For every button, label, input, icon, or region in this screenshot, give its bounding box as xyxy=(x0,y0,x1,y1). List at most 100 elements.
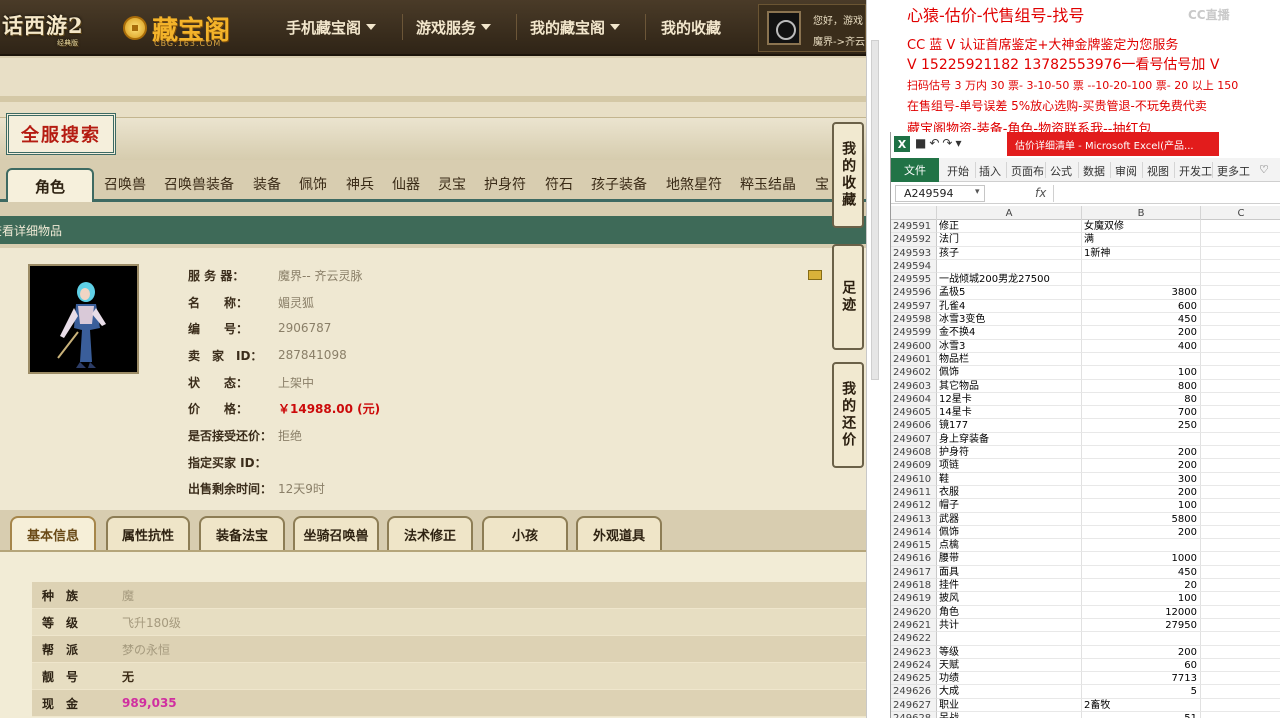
cell-c[interactable] xyxy=(1201,313,1280,327)
footprints-button[interactable]: 足迹 xyxy=(832,244,864,350)
cell-a[interactable]: 点檎 xyxy=(937,539,1082,553)
cell-b[interactable]: 5 xyxy=(1082,685,1201,699)
game-logo[interactable]: 话西游2 经典版 xyxy=(2,10,97,47)
cell-b[interactable]: 60 xyxy=(1082,658,1201,673)
cell-b[interactable]: 80 xyxy=(1082,392,1201,407)
cell-b[interactable] xyxy=(1082,432,1201,447)
cell-b[interactable]: 5800 xyxy=(1082,512,1201,526)
cell-b[interactable] xyxy=(1082,632,1201,646)
cell-c[interactable] xyxy=(1201,406,1280,420)
ribbon-tab-home[interactable]: 开始 xyxy=(947,163,969,179)
cell-a[interactable]: 一战倾城200男龙27500 xyxy=(937,273,1082,287)
cell-c[interactable] xyxy=(1201,699,1280,712)
full-search-title[interactable]: 全服搜索 xyxy=(6,113,116,155)
tab-rune-stone[interactable]: 符石 xyxy=(545,174,573,194)
ribbon-tab-formulas[interactable]: 公式 xyxy=(1050,163,1072,179)
favorite-star-icon[interactable] xyxy=(808,270,822,280)
cell-b[interactable] xyxy=(1082,259,1201,274)
excel-logo-icon[interactable]: X xyxy=(894,136,910,152)
cell-b[interactable]: 200 xyxy=(1082,485,1201,500)
cell-a[interactable]: 大成 xyxy=(937,685,1082,699)
cell-b[interactable]: 200 xyxy=(1082,459,1201,473)
row-number[interactable]: 249628 xyxy=(891,711,937,718)
cell-c[interactable] xyxy=(1201,592,1280,606)
row-number[interactable]: 249624 xyxy=(891,658,937,673)
ribbon-file-tab[interactable]: 文件 xyxy=(891,158,939,182)
save-icon[interactable]: ■ xyxy=(915,136,929,150)
cell-c[interactable] xyxy=(1201,260,1280,274)
row-number[interactable]: 249612 xyxy=(891,499,937,513)
cell-a[interactable]: 角色 xyxy=(937,605,1082,619)
user-server[interactable]: 魔界->齐云 xyxy=(813,33,865,48)
tab-star-talisman[interactable]: 地煞星符 xyxy=(666,174,722,194)
cell-b[interactable]: 1新神 xyxy=(1082,246,1201,260)
row-number[interactable]: 249626 xyxy=(891,685,937,699)
tab-spirit-treasure[interactable]: 灵宝 xyxy=(438,174,466,194)
cell-c[interactable] xyxy=(1201,233,1280,247)
cell-c[interactable] xyxy=(1201,606,1280,619)
tab-summon-beast[interactable]: 召唤兽 xyxy=(104,174,146,194)
cangbaoge-logo[interactable]: 藏宝阁 CBG.163.COM xyxy=(120,8,230,50)
cell-b[interactable]: 100 xyxy=(1082,499,1201,513)
tab-child[interactable]: 小孩 xyxy=(482,516,568,550)
row-number[interactable]: 249613 xyxy=(891,512,937,526)
cell-a[interactable]: 冰雪3 xyxy=(937,339,1082,353)
cell-b[interactable]: 800 xyxy=(1082,379,1201,393)
cell-c[interactable] xyxy=(1201,526,1280,540)
row-number[interactable]: 249627 xyxy=(891,698,937,712)
ribbon-tab-review[interactable]: 审阅 xyxy=(1115,163,1137,179)
cell-c[interactable] xyxy=(1201,446,1280,460)
cell-b[interactable]: 250 xyxy=(1082,419,1201,433)
tab-treasure[interactable]: 宝 xyxy=(815,174,829,194)
cell-c[interactable] xyxy=(1201,353,1280,367)
cell-a[interactable]: 孩子 xyxy=(937,246,1082,260)
row-number[interactable]: 249614 xyxy=(891,525,937,540)
cell-a[interactable]: 武器 xyxy=(937,512,1082,526)
cell-a[interactable]: 佩饰 xyxy=(937,525,1082,540)
row-number[interactable]: 249595 xyxy=(891,273,937,287)
cell-c[interactable] xyxy=(1201,286,1280,300)
column-header-a[interactable]: A xyxy=(937,206,1082,220)
cell-a[interactable]: 等级 xyxy=(937,645,1082,659)
cell-b[interactable]: 女魔双修 xyxy=(1082,220,1201,234)
row-number[interactable]: 249602 xyxy=(891,366,937,380)
row-number[interactable]: 249608 xyxy=(891,446,937,460)
cell-a[interactable]: 面具 xyxy=(937,565,1082,580)
nav-mobile-cbg[interactable]: 手机藏宝阁 xyxy=(286,16,377,38)
cell-b[interactable]: 200 xyxy=(1082,645,1201,659)
avatar[interactable] xyxy=(767,11,801,45)
tab-summon-equipment[interactable]: 召唤兽装备 xyxy=(164,174,234,194)
cell-b[interactable] xyxy=(1082,273,1201,287)
cell-c[interactable] xyxy=(1201,672,1280,686)
cell-c[interactable] xyxy=(1201,393,1280,407)
tab-equipment-treasure[interactable]: 装备法宝 xyxy=(199,516,285,550)
row-number[interactable]: 249596 xyxy=(891,286,937,300)
cell-a[interactable]: 佩饰 xyxy=(937,366,1082,380)
cell-b[interactable]: 450 xyxy=(1082,565,1201,580)
ribbon-tab-insert[interactable]: 插入 xyxy=(979,163,1001,179)
tab-accessory[interactable]: 佩饰 xyxy=(299,174,327,194)
cell-a[interactable]: 功绩 xyxy=(937,672,1082,686)
quick-access-toolbar[interactable]: ■↶↷▾ xyxy=(915,136,965,150)
cell-a[interactable]: 项链 xyxy=(937,459,1082,473)
cell-a[interactable]: 12星卡 xyxy=(937,392,1082,407)
nav-game-service[interactable]: 游戏服务 xyxy=(416,16,492,38)
row-number[interactable]: 249615 xyxy=(891,539,937,553)
row-number[interactable]: 249621 xyxy=(891,618,937,633)
cell-c[interactable] xyxy=(1201,247,1280,260)
column-header-c[interactable]: C xyxy=(1201,206,1280,220)
cell-a[interactable]: 职业 xyxy=(937,698,1082,712)
cell-a[interactable]: 孔雀4 xyxy=(937,299,1082,314)
ribbon-tab-developer[interactable]: 开发工 xyxy=(1179,163,1212,179)
cell-a[interactable]: 帽子 xyxy=(937,499,1082,513)
tab-equipment[interactable]: 装备 xyxy=(253,174,281,194)
cell-a[interactable]: 修正 xyxy=(937,220,1082,234)
ribbon-tab-more-tools[interactable]: 更多工 xyxy=(1217,163,1250,179)
cell-c[interactable] xyxy=(1201,419,1280,433)
row-number[interactable]: 249597 xyxy=(891,299,937,314)
cell-b[interactable]: 700 xyxy=(1082,406,1201,420)
user-panel[interactable]: 您好，游戏 魔界->齐云 xyxy=(758,4,866,52)
my-favorites-button[interactable]: 我的收藏 xyxy=(832,122,864,228)
row-number[interactable]: 249616 xyxy=(891,552,937,566)
redo-icon[interactable]: ↷ xyxy=(942,136,955,150)
